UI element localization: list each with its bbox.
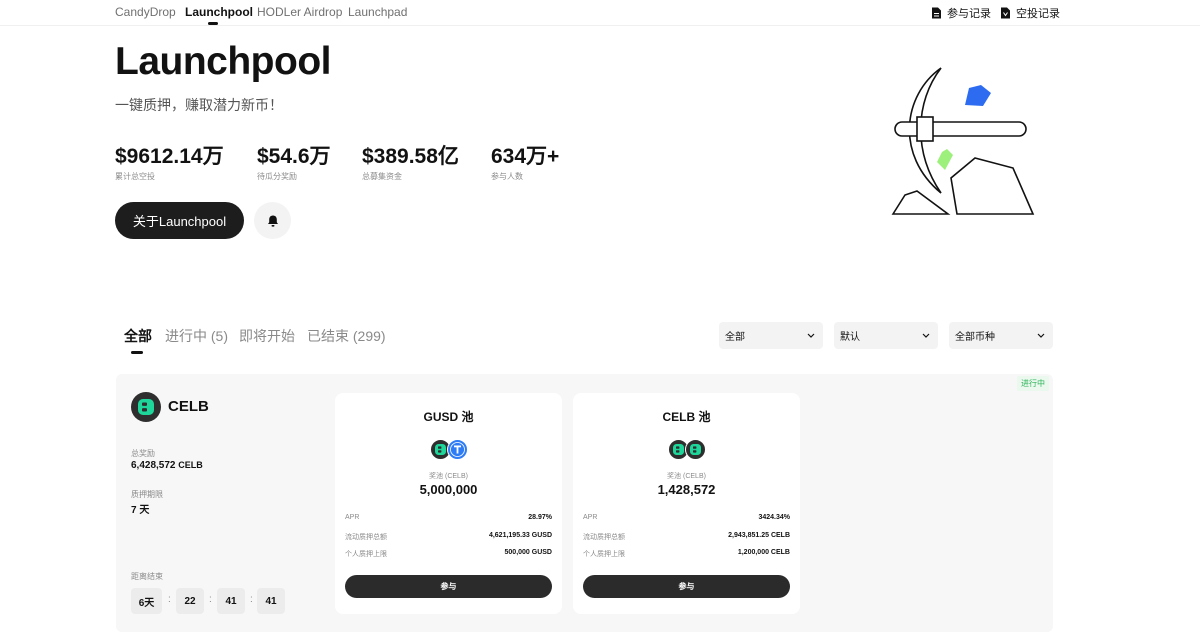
pool-apr-row: APR 3424.34%: [583, 514, 790, 521]
participation-records-link[interactable]: 参与记录: [931, 5, 991, 21]
pool-apr-row: APR 28.97%: [345, 514, 552, 521]
countdown-label: 距离结束: [131, 572, 163, 581]
project-name: CELB: [168, 398, 209, 415]
join-button[interactable]: 参与: [583, 575, 790, 598]
apr-value: 28.97%: [528, 514, 552, 521]
total-stake-label: 流动质押总额: [345, 534, 387, 541]
coin-select[interactable]: 全部币种: [949, 322, 1053, 349]
stat-participants: 634万+ 参与人数: [491, 140, 559, 182]
pool-title: CELB 池: [662, 410, 711, 424]
about-launchpool-button[interactable]: 关于Launchpool: [115, 202, 244, 239]
total-reward-value: 6,428,572 CELB: [131, 460, 203, 471]
status-badge: 进行中: [1017, 376, 1049, 391]
participation-records-label: 参与记录: [947, 8, 991, 20]
pool-total-row: 流动质押总额 4,621,195.33 GUSD: [345, 532, 552, 542]
pool-reward-label: 奖池 (CELB): [429, 473, 468, 480]
document-icon: [1001, 7, 1010, 19]
personal-cap-label: 个人质押上限: [583, 551, 625, 558]
status-select-value: 全部: [725, 332, 745, 343]
stat-label: 待瓜分奖励: [257, 172, 297, 181]
countdown-minutes: 41: [217, 588, 245, 614]
nav-tab-hodler-airdrop[interactable]: HODLer Airdrop: [257, 5, 342, 19]
pool-cap-row: 个人质押上限 1,200,000 CELB: [583, 549, 790, 559]
pool-reward-label: 奖池 (CELB): [667, 473, 706, 480]
apr-label: APR: [583, 514, 598, 521]
filter-tab-upcoming[interactable]: 即将开始: [239, 326, 295, 346]
gusd-coin-icon: [446, 439, 468, 460]
top-nav: CandyDrop Launchpool HODLer Airdrop Laun…: [0, 0, 1200, 26]
stat-label: 累计总空投: [115, 172, 155, 181]
filter-tab-all[interactable]: 全部: [124, 326, 152, 346]
stat-value: $54.6万: [257, 145, 331, 168]
join-button[interactable]: 参与: [345, 575, 552, 598]
filter-tab-ended[interactable]: 已结束 (299): [307, 326, 386, 346]
countdown-seconds: 41: [257, 588, 285, 614]
countdown-separator: :: [250, 594, 253, 605]
page-title: Launchpool: [115, 40, 331, 83]
stat-total-raised: $389.58亿 总募集资金: [362, 140, 459, 182]
coin-select-value: 全部币种: [955, 332, 995, 343]
nav-tab-candydrop[interactable]: CandyDrop: [115, 5, 176, 19]
stake-period-value: 7 天: [131, 505, 150, 516]
page-subtitle: 一键质押，赚取潜力新币！: [115, 97, 283, 113]
status-select[interactable]: 全部: [719, 322, 823, 349]
pool-cap-row: 个人质押上限 500,000 GUSD: [345, 549, 552, 559]
personal-cap-value: 1,200,000 CELB: [737, 549, 790, 556]
countdown-days: 6天: [131, 588, 162, 614]
celb-coin-icon: [684, 439, 706, 460]
notification-button[interactable]: [254, 202, 291, 239]
chevron-down-icon: [922, 333, 930, 338]
stake-period-label: 质押期限: [131, 490, 163, 499]
airdrop-records-link[interactable]: 空投记录: [1000, 5, 1060, 21]
nav-tab-launchpad[interactable]: Launchpad: [348, 5, 407, 19]
pool-card-gusd: GUSD 池 奖池 (CELB) 5,000,000 APR 28.97% 流动…: [335, 393, 562, 614]
pool-total-row: 流动质押总额 2,943,851.25 CELB: [583, 532, 790, 542]
sort-select[interactable]: 默认: [834, 322, 938, 349]
celb-coin-icon: [131, 392, 161, 422]
total-stake-value: 4,621,195.33 GUSD: [488, 532, 552, 539]
total-reward-unit: CELB: [178, 460, 203, 470]
stat-value: $9612.14万: [115, 145, 224, 168]
pool-reward-amount: 1,428,572: [657, 482, 716, 497]
project-card: 进行中 CELB 总奖励 6,428,572 CELB 质押期限 7 天 距离结…: [116, 374, 1053, 632]
nav-tab-launchpool[interactable]: Launchpool: [185, 5, 253, 19]
filter-tab-active-indicator: [131, 351, 143, 354]
total-reward-amount: 6,428,572: [131, 460, 176, 471]
stat-label: 参与人数: [491, 172, 523, 181]
chevron-down-icon: [1037, 333, 1045, 338]
bell-icon: [267, 215, 278, 227]
pool-card-celb: CELB 池 奖池 (CELB) 1,428,572 APR 3424.34% …: [573, 393, 800, 614]
document-icon: [932, 7, 941, 19]
filter-tab-ongoing[interactable]: 进行中 (5): [165, 326, 228, 346]
pool-token-pair: [335, 439, 562, 460]
stat-total-airdrop: $9612.14万 累计总空投: [115, 140, 224, 182]
pool-reward-amount: 5,000,000: [419, 482, 478, 497]
chevron-down-icon: [807, 333, 815, 338]
sort-select-value: 默认: [840, 332, 860, 343]
countdown-hours: 22: [176, 588, 204, 614]
apr-label: APR: [345, 514, 360, 521]
stat-pending-rewards: $54.6万 待瓜分奖励: [257, 140, 331, 182]
pool-token-pair: [573, 439, 800, 460]
stat-label: 总募集资金: [362, 172, 402, 181]
airdrop-records-label: 空投记录: [1016, 8, 1060, 20]
total-stake-value: 2,943,851.25 CELB: [728, 532, 790, 539]
pickaxe-illustration: [891, 67, 1035, 215]
personal-cap-value: 500,000 GUSD: [504, 549, 552, 556]
stat-value: 634万+: [491, 145, 560, 168]
nav-tab-active-indicator: [208, 22, 218, 25]
total-reward-label: 总奖励: [131, 449, 155, 458]
apr-value: 3424.34%: [758, 514, 790, 521]
personal-cap-label: 个人质押上限: [345, 551, 387, 558]
pool-title: GUSD 池: [423, 410, 474, 424]
total-stake-label: 流动质押总额: [583, 534, 625, 541]
countdown-separator: :: [168, 594, 171, 605]
countdown-separator: :: [209, 594, 212, 605]
stat-value: $389.58亿: [362, 145, 459, 168]
